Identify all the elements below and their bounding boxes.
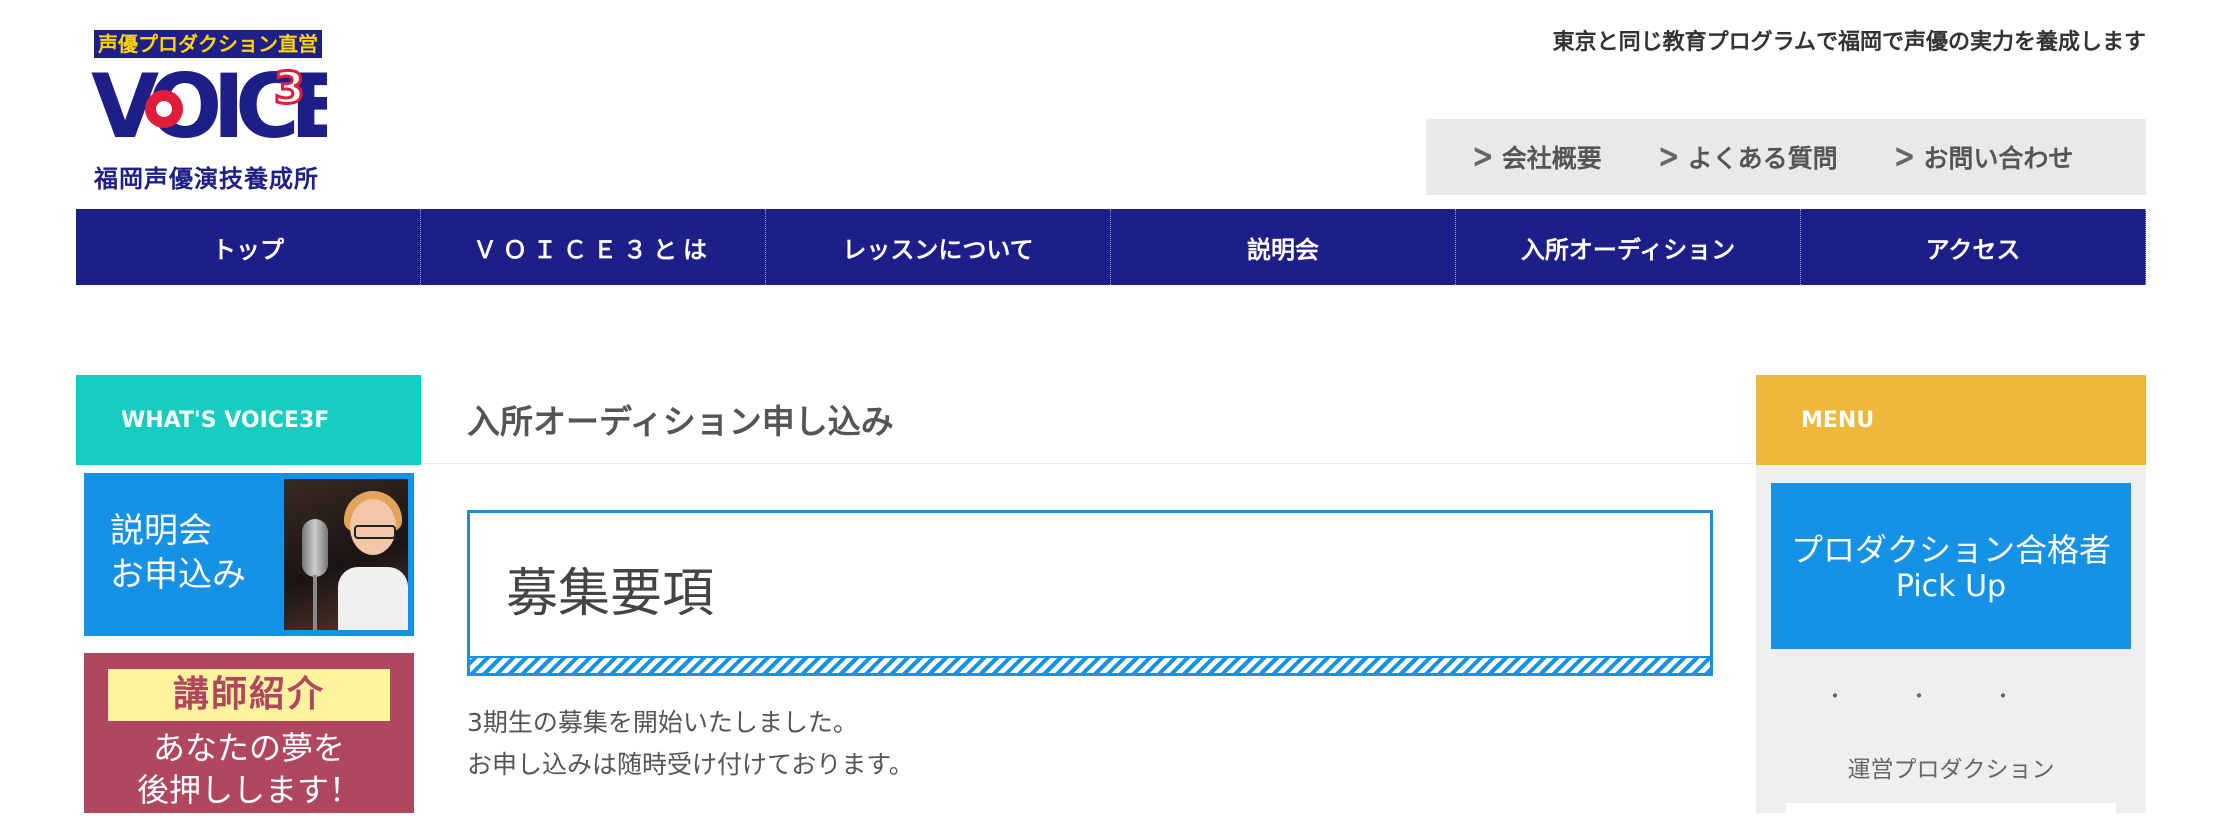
utility-link-label: 会社概要 — [1501, 144, 1602, 173]
menu-heading: MENU — [1756, 375, 2146, 465]
briefing-banner[interactable]: 説明会 お申込み — [84, 473, 414, 636]
nav-item-access[interactable]: アクセス — [1801, 209, 2146, 285]
dot-separator: ・・・ — [1825, 684, 2077, 708]
pickup-banner-line1: プロダクション合格者 — [1790, 531, 2111, 569]
logo-circle-inner — [156, 101, 172, 117]
nav-item-briefing[interactable]: 説明会 — [1111, 209, 1456, 285]
briefing-banner-line2: お申込み — [110, 555, 246, 595]
utility-link-label: よくある質問 — [1687, 144, 1838, 173]
instructor-banner-text: あなたの夢を 後押しします！ — [84, 727, 414, 811]
mic-stand — [313, 575, 317, 630]
voice3-logo-mark: VOICE 3 — [91, 57, 327, 158]
pickup-banner[interactable]: プロダクション合格者 Pick Up — [1771, 483, 2131, 649]
heading-stripe — [470, 656, 1710, 673]
logo-3-text: 3 — [274, 63, 305, 114]
utility-link-company[interactable]: > 会社概要 — [1472, 137, 1602, 177]
nav-item-about[interactable]: ＶＯＩＣＥ３とは — [421, 209, 766, 285]
site-logo[interactable]: 声優プロダクション直営 VOICE 3 福岡声優演技養成所 — [91, 27, 327, 193]
title-divider — [424, 463, 1754, 464]
microphone-photo — [284, 479, 408, 630]
paragraph-line: お申し込みは随時受け付けております。 — [467, 750, 914, 779]
chevron-right-icon: > — [1893, 137, 1916, 177]
instructor-banner-ribbon: 講師紹介 — [108, 669, 390, 721]
briefing-banner-line1: 説明会 — [110, 511, 212, 551]
utility-link-label: お問い合わせ — [1923, 144, 2074, 173]
nav-item-audition[interactable]: 入所オーディション — [1456, 209, 1801, 285]
instructor-banner-line1: あなたの夢を — [152, 729, 345, 767]
nav-item-lessons[interactable]: レッスンについて — [766, 209, 1111, 285]
logo-tagline: 声優プロダクション直営 — [94, 30, 322, 58]
chevron-right-icon: > — [1472, 137, 1494, 177]
section-heading-box: 募集要項 — [467, 510, 1713, 676]
global-nav: トップ ＶＯＩＣＥ３とは レッスンについて 説明会 入所オーディション アクセス — [76, 209, 2146, 285]
operating-production-label: 運営プロダクション — [1847, 757, 2055, 783]
section-heading: 募集要項 — [506, 564, 715, 624]
nav-item-top[interactable]: トップ — [76, 209, 421, 285]
instructor-banner[interactable]: 講師紹介 あなたの夢を 後押しします！ — [84, 653, 414, 813]
page-title: 入所オーディション申し込み — [467, 402, 894, 441]
utility-nav: > 会社概要 > よくある質問 > お問い合わせ — [1426, 119, 2146, 195]
instructor-banner-line2: 後押しします！ — [136, 771, 361, 809]
microphone-icon — [302, 519, 328, 577]
production-logo-box[interactable] — [1786, 803, 2116, 823]
utility-link-contact[interactable]: > お問い合わせ — [1893, 137, 2074, 177]
logo-subtitle: 福岡声優演技養成所 — [94, 165, 319, 193]
left-sidebar: WHAT'S VOICE3F 説明会 お申込み 講師紹介 あなたの夢を 後押しし… — [76, 375, 421, 813]
briefing-banner-text: 説明会 お申込み — [110, 509, 246, 597]
sidebar-heading: WHAT'S VOICE3F — [76, 375, 421, 465]
chevron-right-icon: > — [1657, 137, 1680, 177]
header-tagline: 東京と同じ教育プログラムで福岡で声優の実力を養成します — [1552, 30, 2146, 55]
utility-link-faq[interactable]: > よくある質問 — [1657, 137, 1838, 177]
paragraph-line: 3期生の募集を開始いたしました。 — [467, 708, 858, 737]
announcement-text: 3期生の募集を開始いたしました。 お申し込みは随時受け付けております。 — [467, 702, 914, 786]
photo-person-glasses — [354, 525, 396, 539]
right-sidebar: MENU プロダクション合格者 Pick Up ・・・ 運営プロダクション — [1756, 375, 2146, 823]
photo-person-shirt — [338, 567, 408, 630]
pickup-banner-line2: Pick Up — [1895, 569, 2007, 604]
